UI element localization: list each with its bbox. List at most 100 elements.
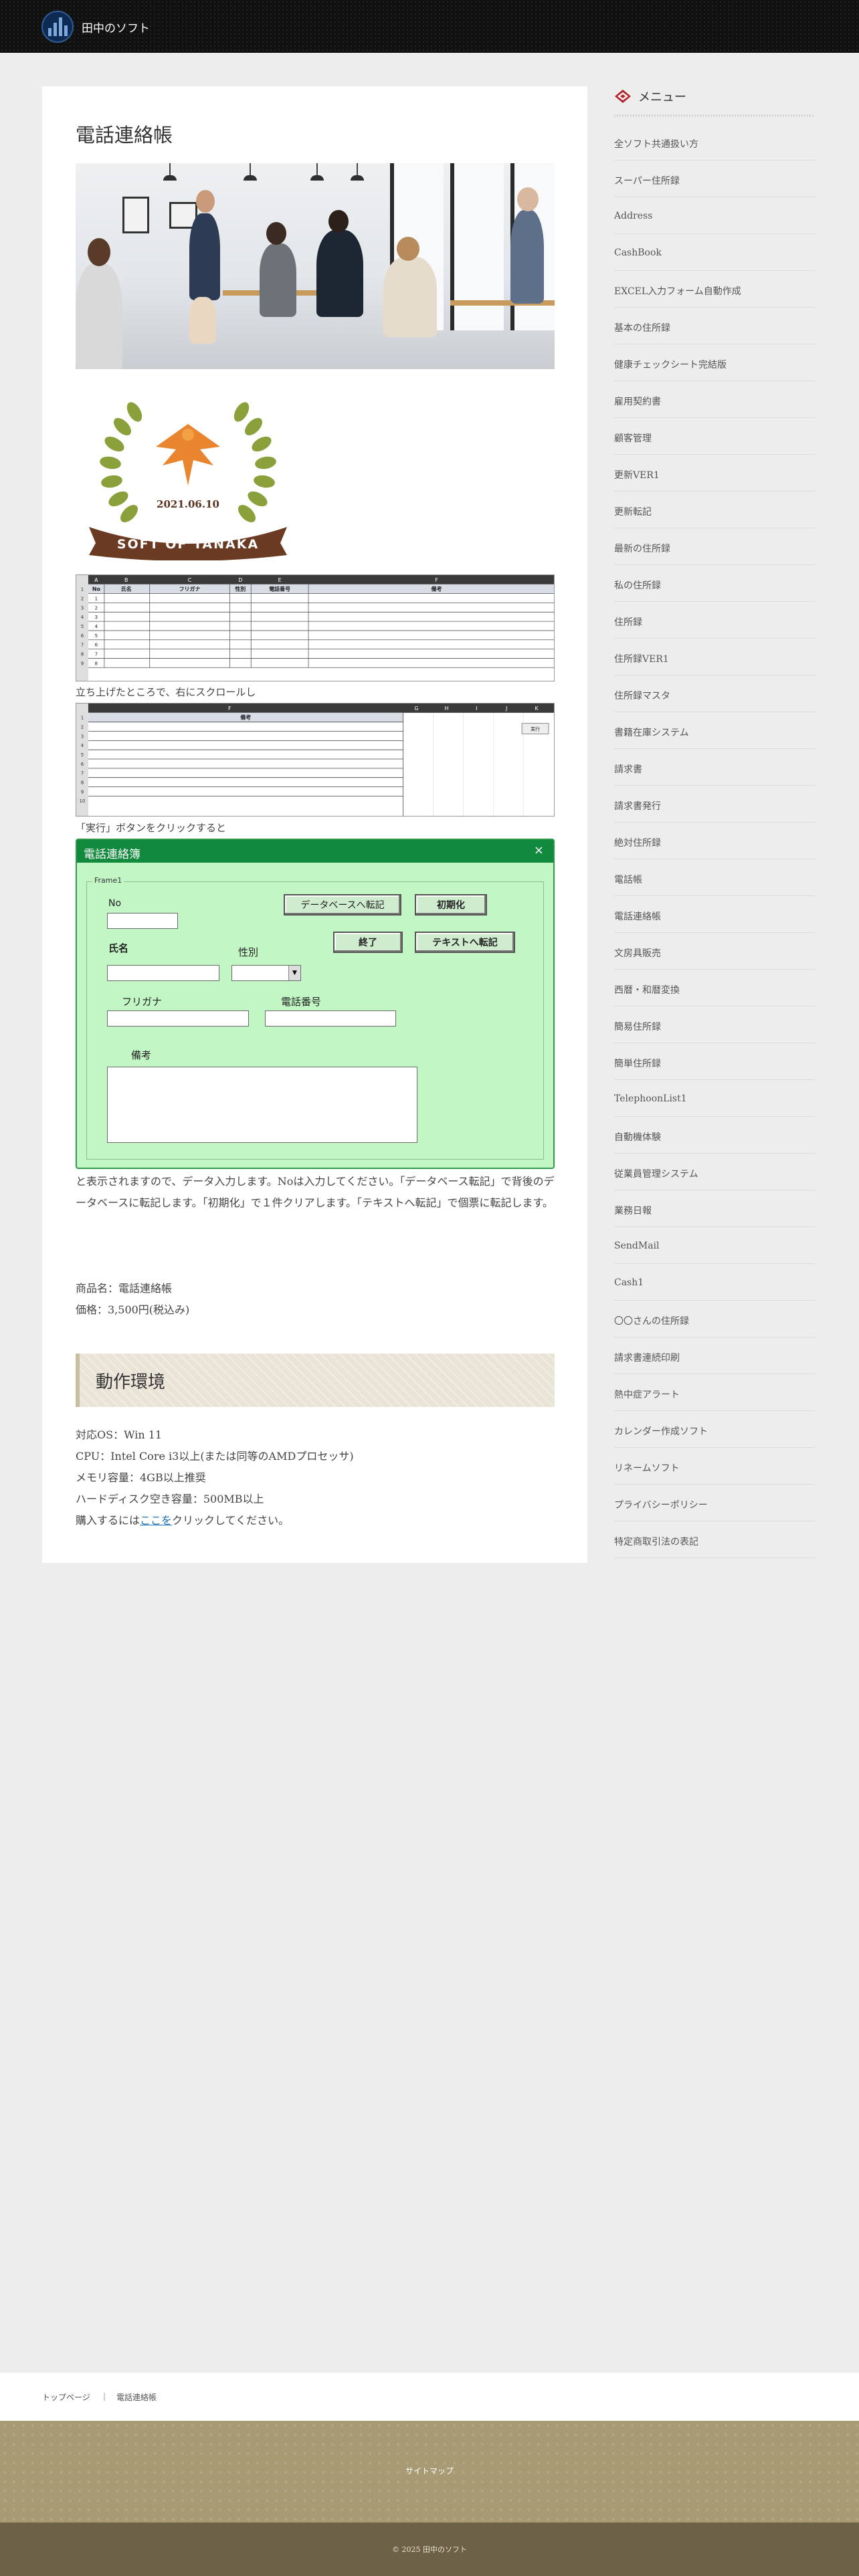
sidebar-title-text: メニュー (638, 90, 686, 104)
sidebar-menu-item[interactable]: 住所録VER1 (614, 639, 815, 675)
phoenix-icon (156, 424, 220, 486)
sidebar-menu-item[interactable]: TelephoonList1 (614, 1080, 815, 1117)
text-transfer-button[interactable]: テキストへ転記 (415, 932, 515, 953)
breadcrumb-home[interactable]: トップページ (42, 2391, 90, 2403)
svg-text:2: 2 (81, 725, 84, 730)
sidebar-menu-item[interactable]: 更新VER1 (614, 455, 815, 492)
sidebar-menu-item[interactable]: 私の住所録 (614, 565, 815, 602)
sidebar-menu-item[interactable]: 健康チェックシート完結版 (614, 344, 815, 381)
initialize-button[interactable]: 初期化 (415, 894, 487, 916)
svg-text:4: 4 (95, 624, 98, 629)
close-icon[interactable]: × (534, 843, 544, 857)
site-logo[interactable]: 田中のソフト (41, 11, 150, 43)
sidebar-menu-item[interactable]: SendMail (614, 1227, 815, 1264)
breadcrumb: トップページ | 電話連絡帳 (0, 2373, 859, 2421)
sidebar-menu-item[interactable]: 〇〇さんの住所録 (614, 1301, 815, 1337)
svg-text:4: 4 (81, 615, 84, 620)
svg-text:7: 7 (81, 771, 84, 776)
sidebar-menu-item[interactable]: 請求書 (614, 749, 815, 786)
svg-text:2: 2 (95, 605, 98, 611)
copyright-text: © 2025 田中のソフト (392, 2545, 467, 2554)
sitemap-link[interactable]: サイトマップ (0, 2465, 859, 2476)
gender-select[interactable]: ▼ (231, 965, 301, 981)
sidebar-menu-item[interactable]: 業務日報 (614, 1190, 815, 1227)
dialog-title: 電話連絡簿 (84, 848, 140, 861)
svg-text:6: 6 (95, 643, 98, 648)
sidebar-menu-item[interactable]: リネームソフト (614, 1448, 815, 1485)
breadcrumb-current: 電話連絡帳 (116, 2393, 157, 2402)
laurel-left-icon (100, 402, 142, 522)
page-title: 電話連絡帳 (76, 124, 173, 146)
svg-text:5: 5 (81, 752, 84, 758)
memo-label: 備考 (131, 1049, 152, 1061)
sidebar-menu-item[interactable]: 住所録 (614, 602, 815, 639)
sidebar-menu-item[interactable]: 熱中症アラート (614, 1374, 815, 1411)
exit-button[interactable]: 終了 (333, 932, 403, 953)
svg-text:1: 1 (81, 716, 84, 721)
sidebar-menu-item[interactable]: 文房具販売 (614, 933, 815, 970)
sidebar-menu-item[interactable]: 請求書連続印刷 (614, 1337, 815, 1374)
site-name[interactable]: 田中のソフト (82, 19, 150, 35)
phone-input[interactable] (265, 1010, 396, 1027)
product-name: 商品名：電話連絡帳 (76, 1282, 173, 1295)
sidebar-menu-item[interactable]: スーパー住所録 (614, 160, 815, 197)
sheet1-col-letter: F (435, 577, 438, 583)
no-input[interactable] (107, 913, 178, 929)
purchase-link[interactable]: ここを (140, 1514, 172, 1527)
sidebar-menu-item[interactable]: 最新の住所録 (614, 528, 815, 565)
db-transfer-button[interactable]: データベースへ転記 (284, 894, 401, 916)
name-input[interactable] (107, 965, 219, 981)
sheet2-run-button: 実行 (531, 726, 540, 732)
memo-textarea[interactable] (107, 1067, 417, 1143)
sidebar-menu-item[interactable]: プライバシーポリシー (614, 1485, 815, 1521)
svg-text:7: 7 (81, 643, 84, 648)
footer-copyright: © 2025 田中のソフト (0, 2523, 859, 2576)
sidebar-menu-item[interactable]: 全ソフト共通扱い方 (614, 124, 815, 160)
sidebar-title: メニュー (614, 86, 815, 120)
sidebar-menu-item[interactable]: 西暦・和暦変換 (614, 970, 815, 1006)
env-os: 対応OS：Win 11 (76, 1428, 163, 1441)
sidebar-menu-item[interactable]: 電話連絡帳 (614, 896, 815, 933)
sidebar-menu-item[interactable]: 請求書発行 (614, 786, 815, 823)
sidebar-menu-item[interactable]: 書籍在庫システム (614, 712, 815, 749)
sidebar-menu-item[interactable]: 簡易住所録 (614, 1006, 815, 1043)
article-card: 電話連絡帳 2021.06.10 SOFT OF TANAKA A B C D … (42, 86, 587, 1563)
sidebar-menu-item[interactable]: 住所録マスタ (614, 675, 815, 712)
no-label: No (108, 898, 122, 909)
sidebar-menu-item[interactable]: 更新転記 (614, 492, 815, 528)
svg-text:I: I (476, 706, 477, 712)
svg-text:1: 1 (81, 587, 84, 593)
name-label: 氏名 (108, 942, 129, 954)
description-text: と表示されますので、データ入力します。Noは入力してください。「データベース転記… (76, 1175, 555, 1209)
sidebar-menu-item[interactable]: EXCEL入力フォーム自動作成 (614, 271, 815, 308)
sidebar-menu-item[interactable]: 簡単住所録 (614, 1043, 815, 1080)
sidebar-menu-item[interactable]: 電話帳 (614, 859, 815, 896)
svg-text:7: 7 (95, 652, 98, 657)
frame1-label: Frame1 (92, 876, 124, 885)
sidebar-menu-item[interactable]: 基本の住所録 (614, 308, 815, 344)
sidebar-menu-item[interactable]: 顧客管理 (614, 418, 815, 455)
sidebar-menu-item[interactable]: 絶対住所録 (614, 823, 815, 859)
sidebar-menu-item[interactable]: Address (614, 197, 815, 234)
sidebar-menu-item[interactable]: カレンダー作成ソフト (614, 1411, 815, 1448)
laurel-right-icon (233, 402, 276, 522)
sidebar-menu-item[interactable]: CashBook (614, 234, 815, 271)
furigana-input[interactable] (107, 1010, 249, 1027)
sheet1-header: 氏名 (121, 586, 132, 593)
sheet1-header: 備考 (432, 586, 442, 593)
svg-text:8: 8 (95, 661, 98, 666)
diamond-icon (615, 90, 631, 103)
phone-label: 電話番号 (281, 996, 322, 1008)
sidebar-menu-item[interactable]: 雇用契約書 (614, 381, 815, 418)
site-header: 田中のソフト (0, 0, 859, 53)
svg-text:1: 1 (95, 597, 98, 602)
frame1-group: Frame1 No データベースへ転記 初期化 氏名 性別 終了 テキストへ転記… (86, 876, 544, 1160)
purchase-line: 購入するにはここをクリックしてください。 (76, 1510, 289, 1531)
sidebar-menu-item[interactable]: Cash1 (614, 1264, 815, 1301)
sheet1-col-letter: E (278, 577, 282, 583)
chevron-down-icon[interactable]: ▼ (288, 966, 300, 980)
sidebar-menu-item[interactable]: 自動機体験 (614, 1117, 815, 1154)
sheet1-header: 性別 (235, 586, 246, 593)
sidebar-menu-item[interactable]: 従業員管理システム (614, 1154, 815, 1190)
sidebar-menu-item[interactable]: 特定商取引法の表記 (614, 1521, 815, 1558)
